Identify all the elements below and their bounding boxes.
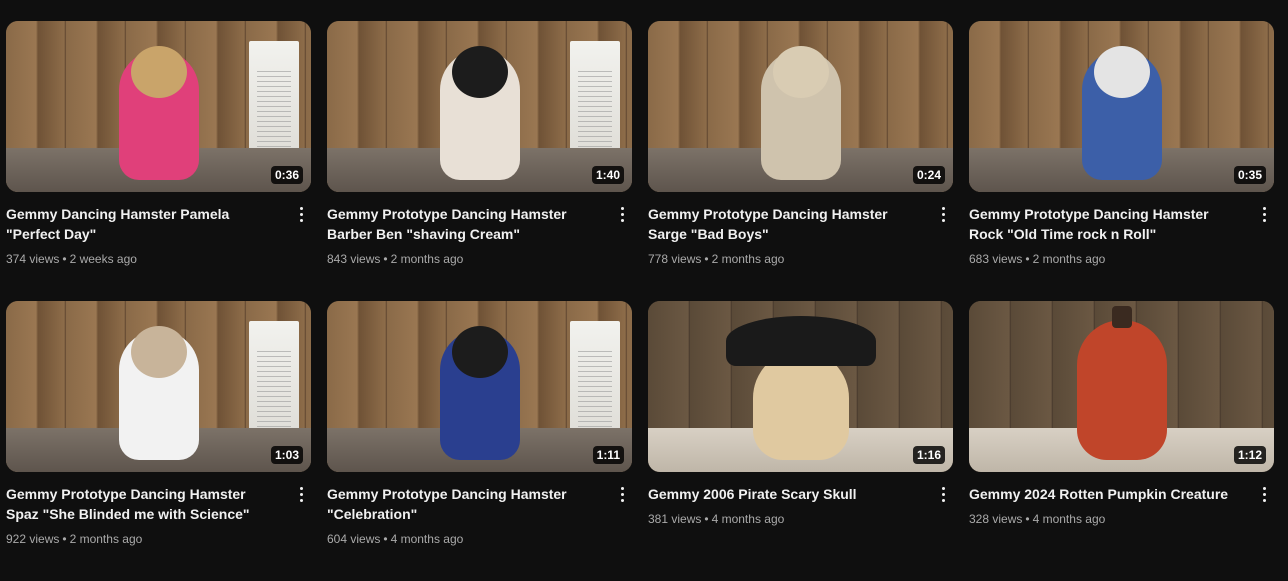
duration-badge: 0:35 [1233,166,1266,184]
video-title[interactable]: Gemmy Prototype Dancing Hamster "Celebra… [327,484,602,524]
flyer-image [249,321,299,441]
more-actions-icon[interactable] [1256,484,1272,504]
more-actions-icon[interactable] [293,204,309,224]
video-card[interactable]: 0:24 Gemmy Prototype Dancing Hamster Sar… [648,21,953,301]
view-count: 843 views [327,252,381,266]
video-card[interactable]: 1:40 Gemmy Prototype Dancing Hamster Bar… [327,21,632,301]
more-actions-icon[interactable] [614,484,630,504]
video-card[interactable]: 0:36 Gemmy Dancing Hamster Pamela "Perfe… [6,21,311,301]
hamster-figure [118,46,199,180]
view-count: 922 views [6,532,60,546]
hamster-figure [439,326,520,460]
video-title[interactable]: Gemmy 2006 Pirate Scary Skull [648,484,923,504]
more-actions-icon[interactable] [293,484,309,504]
skull-figure [725,316,876,460]
upload-age: 2 months ago [711,252,785,266]
video-row: 1:03 Gemmy Prototype Dancing Hamster Spa… [6,301,1288,581]
video-card[interactable]: 1:16 Gemmy 2006 Pirate Scary Skull 381 v… [648,301,953,581]
hamster-figure [439,46,520,180]
video-title[interactable]: Gemmy Prototype Dancing Hamster Barber B… [327,204,602,244]
hamster-figure [118,326,199,460]
video-stats: 381 views • 4 months ago [648,512,785,526]
duration-badge: 1:11 [592,446,624,464]
view-count: 778 views [648,252,702,266]
view-count: 604 views [327,532,381,546]
upload-age: 2 months ago [69,532,143,546]
pumpkin-figure [1076,306,1167,460]
video-thumbnail[interactable]: 0:35 [969,21,1274,192]
video-thumbnail[interactable]: 1:40 [327,21,632,192]
duration-badge: 0:24 [912,166,945,184]
hamster-figure [1081,46,1162,180]
flyer-image [570,321,620,441]
flyer-image [570,41,620,161]
duration-badge: 1:16 [912,446,945,464]
duration-badge: 1:03 [270,446,303,464]
video-stats: 328 views • 4 months ago [969,512,1106,526]
video-thumbnail[interactable]: 0:24 [648,21,953,192]
upload-age: 4 months ago [711,512,785,526]
video-stats: 922 views • 2 months ago [6,532,143,546]
video-thumbnail[interactable]: 0:36 [6,21,311,192]
video-title[interactable]: Gemmy Prototype Dancing Hamster Rock "Ol… [969,204,1244,244]
video-grid: 0:36 Gemmy Dancing Hamster Pamela "Perfe… [6,21,1288,581]
video-thumbnail[interactable]: 1:03 [6,301,311,472]
duration-badge: 1:40 [591,166,624,184]
video-stats: 374 views • 2 weeks ago [6,252,137,266]
more-actions-icon[interactable] [935,484,951,504]
video-stats: 604 views • 4 months ago [327,532,464,546]
video-row: 0:36 Gemmy Dancing Hamster Pamela "Perfe… [6,21,1288,301]
video-stats: 843 views • 2 months ago [327,252,464,266]
video-thumbnail[interactable]: 1:11 [327,301,632,472]
video-title[interactable]: Gemmy Prototype Dancing Hamster Spaz "Sh… [6,484,281,524]
upload-age: 2 months ago [1032,252,1106,266]
flyer-image [249,41,299,161]
duration-badge: 0:36 [270,166,303,184]
more-actions-icon[interactable] [1256,204,1272,224]
video-title[interactable]: Gemmy Prototype Dancing Hamster Sarge "B… [648,204,923,244]
upload-age: 2 weeks ago [69,252,137,266]
more-actions-icon[interactable] [614,204,630,224]
view-count: 683 views [969,252,1023,266]
view-count: 328 views [969,512,1023,526]
hamster-figure [760,46,841,180]
upload-age: 4 months ago [390,532,464,546]
video-card[interactable]: 1:11 Gemmy Prototype Dancing Hamster "Ce… [327,301,632,581]
upload-age: 4 months ago [1032,512,1106,526]
video-stats: 778 views • 2 months ago [648,252,785,266]
upload-age: 2 months ago [390,252,464,266]
duration-badge: 1:12 [1233,446,1266,464]
video-thumbnail[interactable]: 1:16 [648,301,953,472]
view-count: 381 views [648,512,702,526]
video-title[interactable]: Gemmy Dancing Hamster Pamela "Perfect Da… [6,204,281,244]
view-count: 374 views [6,252,60,266]
video-card[interactable]: 0:35 Gemmy Prototype Dancing Hamster Roc… [969,21,1274,301]
video-card[interactable]: 1:03 Gemmy Prototype Dancing Hamster Spa… [6,301,311,581]
video-thumbnail[interactable]: 1:12 [969,301,1274,472]
video-stats: 683 views • 2 months ago [969,252,1106,266]
video-title[interactable]: Gemmy 2024 Rotten Pumpkin Creature [969,484,1244,504]
video-card[interactable]: 1:12 Gemmy 2024 Rotten Pumpkin Creature … [969,301,1274,581]
more-actions-icon[interactable] [935,204,951,224]
